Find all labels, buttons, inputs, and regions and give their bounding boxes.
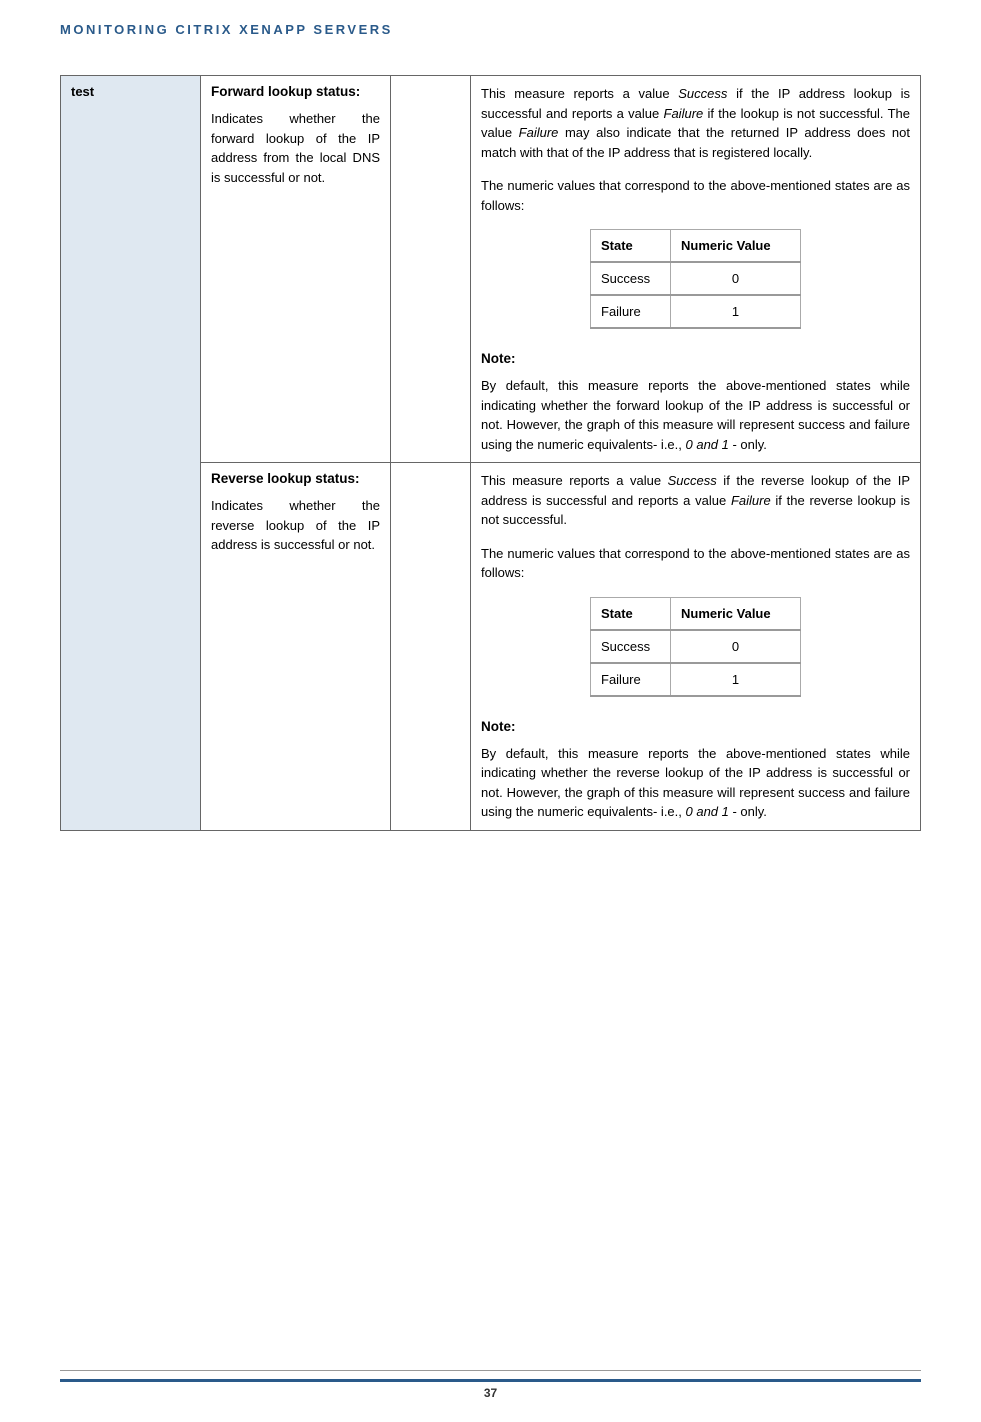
inner-header-state: State xyxy=(591,597,671,630)
measure-cell: Reverse lookup status: Indicates whether… xyxy=(201,463,391,831)
detail-cell: This measure reports a value Success if … xyxy=(471,76,921,463)
measure-title: Forward lookup status: xyxy=(211,84,380,99)
measure-title: Reverse lookup status: xyxy=(211,471,380,486)
page-footer: 37 xyxy=(60,1362,921,1400)
inner-header-state: State xyxy=(591,230,671,263)
detail-paragraph: The numeric values that correspond to th… xyxy=(481,176,910,215)
text-span: - only. xyxy=(729,804,767,819)
state-value-table: State Numeric Value Success 0 Failure 1 xyxy=(590,597,801,697)
inner-cell-state: Failure xyxy=(591,295,671,328)
text-italic: 0 and 1 xyxy=(686,437,729,452)
page-header-title: MONITORING CITRIX XENAPP SERVERS xyxy=(60,22,921,37)
inner-cell-state: Failure xyxy=(591,663,671,696)
inner-cell-value: 0 xyxy=(671,262,801,295)
detail-paragraph: This measure reports a value Success if … xyxy=(481,84,910,162)
text-italic: Failure xyxy=(731,493,771,508)
footer-divider xyxy=(60,1379,921,1382)
detail-paragraph: This measure reports a value Success if … xyxy=(481,471,910,530)
text-span: - only. xyxy=(729,437,767,452)
table-row: test Forward lookup status: Indicates wh… xyxy=(61,76,921,463)
detail-cell: This measure reports a value Success if … xyxy=(471,463,921,831)
empty-cell xyxy=(391,76,471,463)
text-span: This measure reports a value xyxy=(481,86,678,101)
state-value-table: State Numeric Value Success 0 Failure 1 xyxy=(590,229,801,329)
detail-paragraph: The numeric values that correspond to th… xyxy=(481,544,910,583)
measure-cell: Forward lookup status: Indicates whether… xyxy=(201,76,391,463)
inner-cell-state: Success xyxy=(591,262,671,295)
measure-description: Indicates whether the reverse lookup of … xyxy=(211,496,380,555)
inner-cell-value: 0 xyxy=(671,630,801,663)
empty-cell xyxy=(391,463,471,831)
measures-table: test Forward lookup status: Indicates wh… xyxy=(60,75,921,831)
text-italic: Success xyxy=(678,86,727,101)
inner-cell-value: 1 xyxy=(671,663,801,696)
page-number: 37 xyxy=(60,1386,921,1400)
measure-description: Indicates whether the forward lookup of … xyxy=(211,109,380,187)
text-italic: Failure xyxy=(664,106,704,121)
text-span: This measure reports a value xyxy=(481,473,668,488)
text-italic: 0 and 1 xyxy=(686,804,729,819)
row-category-cell: test xyxy=(61,76,201,831)
inner-cell-value: 1 xyxy=(671,295,801,328)
note-text: By default, this measure reports the abo… xyxy=(481,744,910,822)
note-label: Note: xyxy=(481,351,910,366)
inner-header-value: Numeric Value xyxy=(671,230,801,263)
inner-header-value: Numeric Value xyxy=(671,597,801,630)
text-italic: Failure xyxy=(519,125,559,140)
footer-divider-thin xyxy=(60,1370,921,1371)
text-italic: Success xyxy=(668,473,717,488)
row-category-label: test xyxy=(71,84,94,99)
note-label: Note: xyxy=(481,719,910,734)
inner-cell-state: Success xyxy=(591,630,671,663)
note-text: By default, this measure reports the abo… xyxy=(481,376,910,454)
